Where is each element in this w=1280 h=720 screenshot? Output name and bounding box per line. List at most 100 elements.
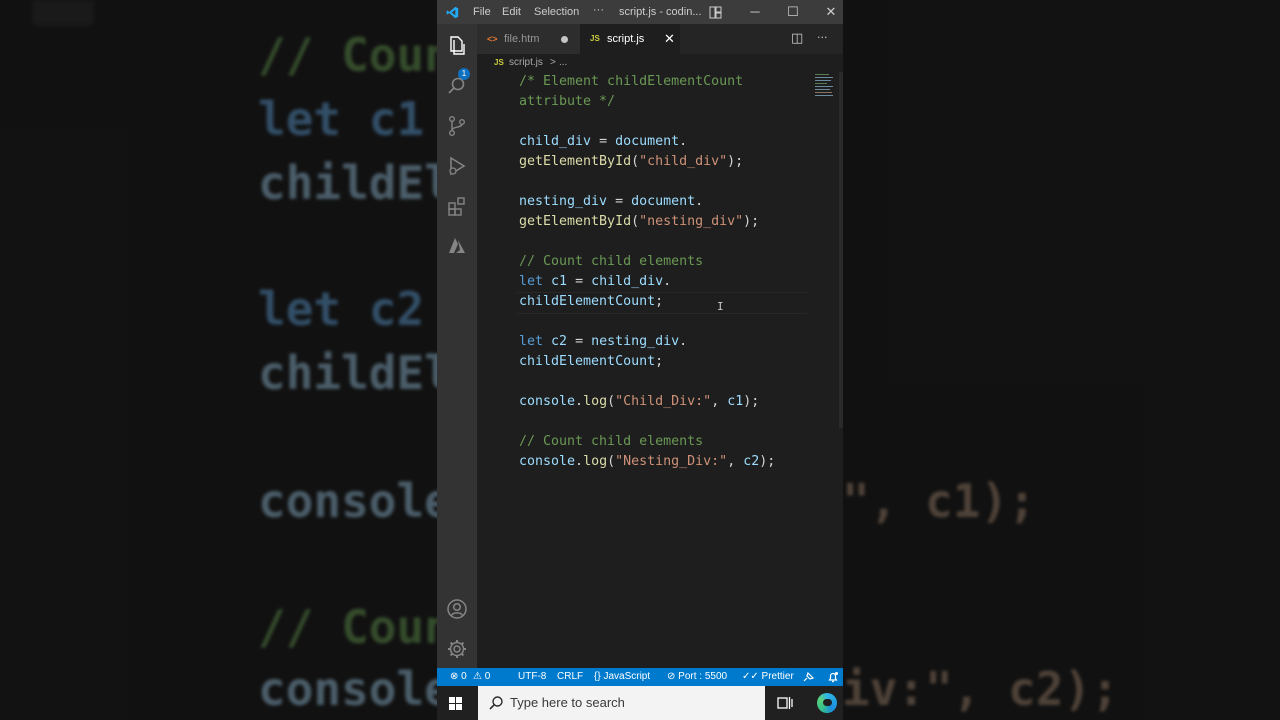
code-line[interactable]: console.log("Nesting_Div:", c2); [519, 452, 775, 472]
text-cursor-ibeam-icon: I [717, 300, 724, 313]
errors-indicator[interactable]: ⊗ 0 [450, 668, 467, 686]
code-token: = [567, 274, 592, 289]
code-token: ); [743, 214, 760, 229]
warnings-indicator[interactable]: ⚠ 0 [473, 668, 490, 686]
code-token: ( [607, 394, 616, 409]
code-token: , [711, 394, 728, 409]
code-line[interactable]: let c1 = child_div. [519, 272, 671, 292]
code-line[interactable]: getElementById("child_div"); [519, 152, 743, 172]
tab-actions: ◫ ··· [791, 24, 843, 54]
source-control-icon[interactable] [445, 114, 469, 138]
eol-indicator[interactable]: CRLF [557, 668, 583, 686]
code-editor[interactable]: /* Element childElementCount attribute */… [477, 72, 843, 668]
code-line[interactable]: /* Element childElementCount [519, 72, 743, 92]
layout-icon[interactable] [709, 6, 722, 19]
vscode-window: File Edit Selection ··· script.js - codi… [437, 0, 843, 720]
minimap[interactable] [815, 74, 835, 100]
code-token: c1 [727, 394, 744, 409]
code-line[interactable]: // Count child elements [519, 432, 703, 452]
menu-file[interactable]: File [473, 6, 491, 18]
code-line[interactable]: childElementCount; [519, 352, 663, 372]
maximize-button[interactable]: ☐ [783, 2, 803, 22]
breadcrumb-file[interactable]: script.js [509, 54, 543, 72]
code-token: child_div [591, 274, 664, 289]
tab-label: file.htm [504, 33, 540, 45]
code-token: "Nesting_Div:" [615, 454, 728, 469]
edge-browser-icon[interactable] [817, 693, 837, 713]
breadcrumb-separator: > [550, 57, 556, 68]
breadcrumb-symbols[interactable]: ... [559, 54, 567, 72]
encoding-indicator[interactable]: UTF-8 [518, 668, 546, 686]
code-token: ( [631, 154, 640, 169]
menu-more[interactable]: ··· [593, 4, 604, 16]
code-token: nesting_div [519, 194, 608, 209]
settings-gear-icon[interactable] [445, 637, 469, 661]
tab-script-js[interactable]: JS script.js ✕ [580, 24, 680, 54]
js-file-icon: JS [494, 58, 504, 67]
task-view-icon[interactable] [777, 695, 793, 711]
code-token: childElementCount [519, 354, 656, 369]
feedback-icon[interactable] [803, 671, 815, 683]
account-icon[interactable] [445, 597, 469, 621]
code-token: ; [655, 354, 664, 369]
search-placeholder: Type here to search [510, 695, 625, 710]
search-icon [489, 696, 503, 710]
menu-edit[interactable]: Edit [502, 6, 521, 18]
more-actions-icon[interactable]: ··· [817, 31, 828, 44]
close-tab-icon[interactable]: ✕ [664, 24, 675, 54]
html-file-icon: <> [487, 34, 498, 44]
notifications-bell-icon[interactable] [827, 671, 839, 683]
windows-start-icon[interactable] [449, 697, 462, 710]
code-token: ); [759, 454, 776, 469]
status-bar: ⊗ 0 ⚠ 0 UTF-8 CRLF {} JavaScript ⊘ Port … [437, 668, 843, 686]
explorer-icon[interactable] [445, 34, 469, 58]
code-token: let [519, 274, 544, 289]
code-token: getElementById [519, 214, 632, 229]
menu-selection[interactable]: Selection [534, 6, 579, 18]
minimize-button[interactable]: ─ [745, 2, 765, 22]
code-line[interactable]: console.log("Child_Div:", c1); [519, 392, 759, 412]
code-token: attribute */ [519, 94, 616, 109]
code-token: . [575, 454, 584, 469]
code-token: . [679, 134, 688, 149]
code-token: console [519, 394, 576, 409]
close-window-button[interactable]: ✕ [821, 2, 841, 22]
code-token: childElementCount [519, 294, 656, 309]
taskbar-search-box[interactable]: Type here to search [478, 686, 765, 720]
code-token: log [583, 454, 608, 469]
language-mode[interactable]: {} JavaScript [594, 668, 650, 686]
code-token: = [591, 134, 616, 149]
code-token: "Child_Div:" [615, 394, 712, 409]
code-line[interactable]: nesting_div = document. [519, 192, 703, 212]
code-token: . [695, 194, 704, 209]
editor-tabs: <> file.htm JS script.js ✕ ◫ ··· [477, 24, 843, 54]
windows-taskbar: Type here to search [437, 686, 843, 720]
unsaved-dot-icon[interactable] [561, 36, 568, 43]
code-token: . [663, 274, 672, 289]
code-line[interactable]: child_div = document. [519, 132, 687, 152]
live-server-port[interactable]: ⊘ Port : 5500 [667, 668, 727, 686]
code-token: /* Element childElementCount [519, 74, 744, 89]
azure-icon[interactable] [445, 234, 469, 258]
extensions-icon[interactable] [445, 194, 469, 218]
code-token: // Count child elements [519, 434, 704, 449]
prettier-status[interactable]: ✓✓ Prettier [742, 668, 794, 686]
code-line[interactable]: attribute */ [519, 92, 615, 112]
code-line[interactable]: getElementById("nesting_div"); [519, 212, 759, 232]
split-editor-icon[interactable]: ◫ [791, 31, 803, 46]
code-token: , [727, 454, 744, 469]
code-token: log [583, 394, 608, 409]
search-icon[interactable] [445, 74, 469, 98]
code-token: = [607, 194, 632, 209]
vertical-scrollbar[interactable] [839, 72, 843, 428]
code-line[interactable]: let c2 = nesting_div. [519, 332, 687, 352]
code-token: c2 [551, 334, 568, 349]
code-token: c1 [551, 274, 568, 289]
code-line[interactable]: childElementCount; [519, 292, 663, 312]
code-line[interactable]: // Count child elements [519, 252, 703, 272]
breadcrumb: JS script.js > ... [477, 54, 843, 72]
code-token: child_div [519, 134, 592, 149]
run-debug-icon[interactable] [445, 154, 469, 178]
tab-file-htm[interactable]: <> file.htm [477, 24, 580, 54]
